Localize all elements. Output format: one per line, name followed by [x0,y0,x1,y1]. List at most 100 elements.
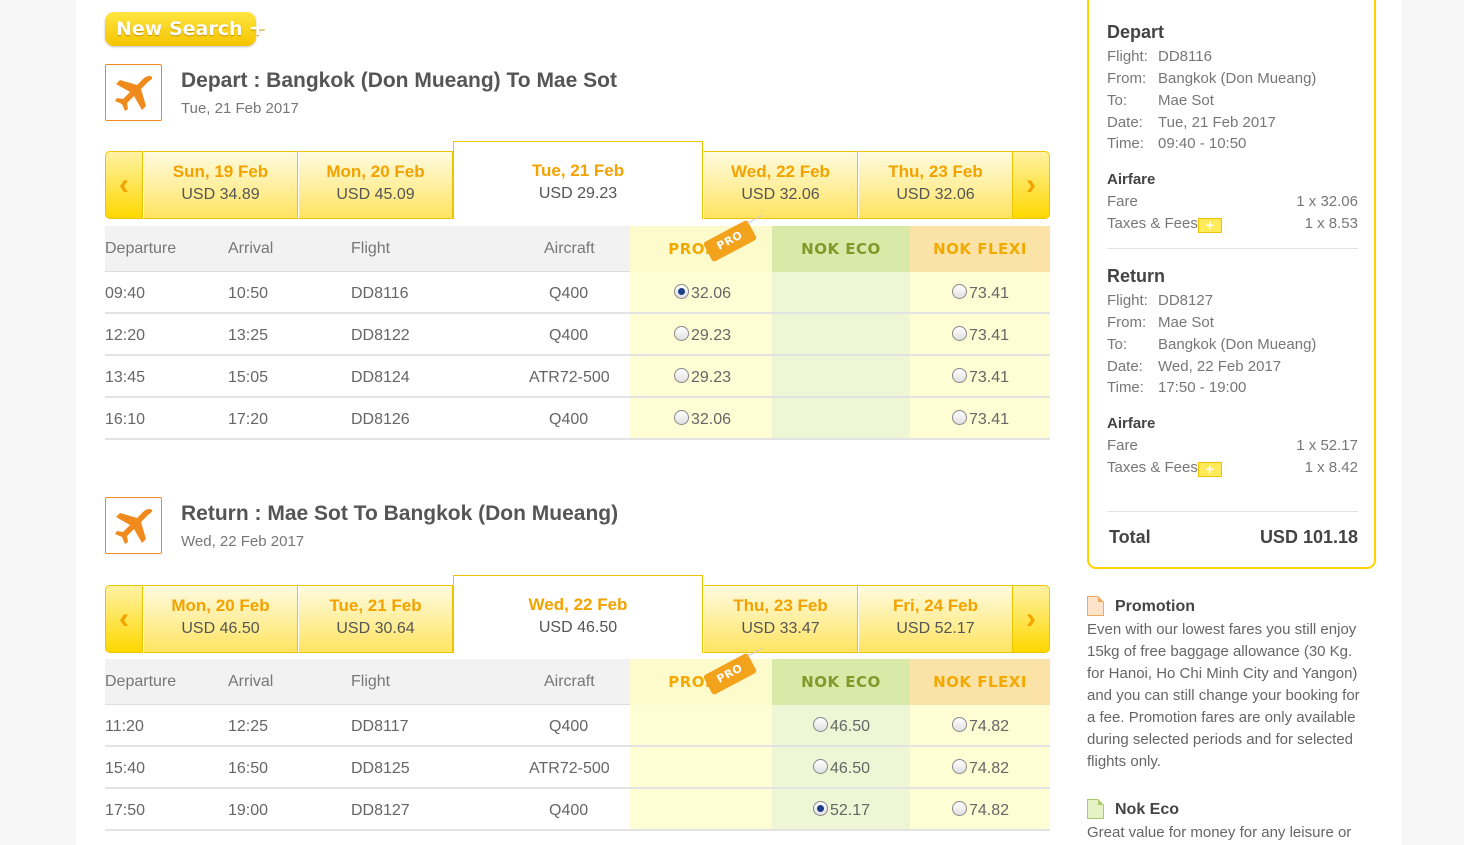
fare-price: 29.23 [691,369,732,386]
promo-fare-option[interactable]: 29.23 [674,368,731,387]
summary-return-date: Date: Wed, 22 Feb 2017 [1107,358,1358,378]
depart-date-tab[interactable]: Wed, 22 Feb USD 32.06 [703,151,858,219]
summary-label: Flight: [1107,292,1148,309]
expand-plus-icon[interactable]: + [1197,218,1222,233]
right-gutter [1402,0,1464,845]
promo-fare-option[interactable]: 32.06 [674,410,731,429]
date-label: Mon, 20 Feb [171,596,270,615]
summary-depart-to: To: Mae Sot [1107,92,1358,112]
summary-value: Mae Sot [1158,92,1214,109]
arrival-time: 16:50 [228,760,269,777]
promo-fare-option[interactable]: 29.23 [674,326,731,345]
radio-icon[interactable] [674,368,689,383]
radio-selected-icon[interactable] [813,801,828,816]
eco-fare-option[interactable]: 46.50 [813,759,870,778]
taxes-value: 1 x 8.42 [1304,459,1358,476]
date-label: Tue, 21 Feb [329,596,422,615]
summary-label: From: [1107,70,1147,87]
promo-fare-option[interactable]: 32.06 [674,284,731,303]
new-search-button[interactable]: New Search + [105,12,267,46]
col-promo: PROMO PRO [630,652,772,705]
depart-title: Depart : Bangkok (Don Mueang) To Mae Sot [181,69,617,92]
radio-icon[interactable] [952,326,967,341]
depart-date-tab[interactable]: Mon, 20 Feb USD 45.09 [298,151,453,219]
flexi-fare-option[interactable]: 73.41 [952,368,1009,387]
summary-depart-date: Date: Tue, 21 Feb 2017 [1107,114,1358,134]
date-price: USD 29.23 [538,185,618,202]
col-nok-flexi: NOK FLEXI [910,226,1050,272]
summary-value: Bangkok (Don Mueang) [1158,70,1317,87]
radio-icon[interactable] [952,801,967,816]
departure-time: 15:40 [105,760,146,777]
col-arrival: Arrival [228,673,274,690]
fare-price: 74.82 [969,760,1010,777]
radio-icon[interactable] [674,410,689,425]
col-aircraft: Aircraft [544,673,595,690]
date-price: USD 32.06 [741,186,820,203]
return-date-tab[interactable]: Thu, 23 Feb USD 33.47 [703,585,858,653]
flexi-fare-option[interactable]: 74.82 [952,717,1009,736]
arrival-time: 19:00 [228,802,269,819]
depart-next-arrow[interactable]: › [1012,151,1050,219]
radio-selected-icon[interactable] [674,284,689,299]
aircraft-type: Q400 [549,327,589,344]
return-date-tab-selected[interactable]: Wed, 22 Feb USD 46.50 [453,575,703,653]
fare-price: 74.82 [969,802,1010,819]
nok-eco-text: Great value for money for any leisure or [1087,824,1352,841]
date-label: Wed, 22 Feb [731,162,830,181]
aircraft-type: ATR72-500 [529,369,610,386]
summary-label: Date: [1107,358,1143,375]
departure-time: 12:20 [105,327,146,344]
document-icon [1087,596,1104,616]
flexi-fare-option[interactable]: 73.41 [952,326,1009,345]
radio-icon[interactable] [813,759,828,774]
taxes-value: 1 x 8.53 [1304,215,1358,232]
return-next-arrow[interactable]: › [1012,585,1050,653]
radio-icon[interactable] [952,284,967,299]
fare-value: 1 x 32.06 [1296,193,1358,210]
radio-icon[interactable] [674,326,689,341]
depart-date-tab[interactable]: Sun, 19 Feb USD 34.89 [143,151,298,219]
return-date-tab[interactable]: Fri, 24 Feb USD 52.17 [858,585,1013,653]
flexi-fare-option[interactable]: 74.82 [952,759,1009,778]
return-date-tab[interactable]: Mon, 20 Feb USD 46.50 [143,585,298,653]
radio-icon[interactable] [952,717,967,732]
eco-fare-option[interactable]: 46.50 [813,717,870,736]
eco-cell [772,398,910,438]
summary-label: Time: [1107,135,1144,152]
date-price: USD 34.89 [181,186,260,203]
summary-return-flight: Flight: DD8127 [1107,292,1358,312]
eco-fare-option[interactable]: 52.17 [813,801,870,820]
flexi-fare-option[interactable]: 73.41 [952,284,1009,303]
fare-price: 29.23 [691,327,732,344]
summary-return-from: From: Mae Sot [1107,314,1358,334]
summary-depart-flight: Flight: DD8116 [1107,48,1358,68]
radio-icon[interactable] [952,368,967,383]
eco-cell [772,356,910,396]
summary-return-airfare: Airfare [1107,415,1156,432]
radio-icon[interactable] [952,410,967,425]
promo-cell [630,789,772,829]
flexi-fare-option[interactable]: 73.41 [952,410,1009,429]
summary-depart-heading: Depart [1107,22,1165,42]
col-departure: Departure [105,673,177,690]
return-prev-arrow[interactable]: ‹ [105,585,143,653]
expand-plus-icon[interactable]: + [1197,462,1222,477]
depart-prev-arrow[interactable]: ‹ [105,151,143,219]
col-nok-flexi: NOK FLEXI [910,659,1050,705]
divider [1107,511,1358,512]
depart-date-tab[interactable]: Thu, 23 Feb USD 32.06 [858,151,1013,219]
return-date-tab[interactable]: Tue, 21 Feb USD 30.64 [298,585,453,653]
col-flight: Flight [351,673,391,690]
radio-icon[interactable] [952,759,967,774]
depart-date-tab-selected[interactable]: Tue, 21 Feb USD 29.23 [453,141,703,219]
table-row: 12:20 13:25 DD8122 Q400 29.23 73.41 [105,314,1050,356]
col-flight: Flight [351,240,391,257]
flexi-fare-option[interactable]: 74.82 [952,801,1009,820]
departure-time: 16:10 [105,411,146,428]
table-row: 13:45 15:05 DD8124 ATR72-500 29.23 73.41 [105,356,1050,398]
depart-date-bar: ‹ Sun, 19 Feb USD 34.89 Mon, 20 Feb USD 45… [105,141,1050,219]
departure-time: 09:40 [105,285,146,302]
date-price: USD 33.47 [741,620,820,637]
radio-icon[interactable] [813,717,828,732]
